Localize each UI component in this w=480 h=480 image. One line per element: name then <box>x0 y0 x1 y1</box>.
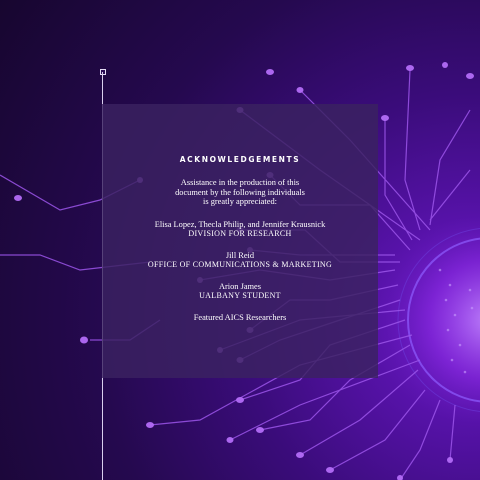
credit-block: Elisa Lopez, Thecla Philip, and Jennifer… <box>102 220 378 239</box>
credit-organization: OFFICE OF COMMUNICATIONS & MARKETING <box>147 260 333 269</box>
acknowledgements-page: ACKNOWLEDGEMENTS Assistance in the produ… <box>0 0 480 480</box>
acknowledgements-content: ACKNOWLEDGEMENTS Assistance in the produ… <box>102 104 378 322</box>
credit-names: Jill Reid <box>225 250 255 260</box>
credit-names: Arion James <box>218 281 262 291</box>
timeline-node <box>100 69 106 75</box>
credit-block: Jill Reid OFFICE OF COMMUNICATIONS & MAR… <box>102 251 378 270</box>
credit-names: Elisa Lopez, Thecla Philip, and Jennifer… <box>154 219 326 229</box>
page-title: ACKNOWLEDGEMENTS <box>179 155 301 164</box>
intro-paragraph: Assistance in the production of this doc… <box>102 178 378 207</box>
credit-block: Arion James UALBANY STUDENT <box>102 282 378 301</box>
intro-line: document by the following individuals <box>175 187 305 197</box>
featured-text: Featured AICS Researchers <box>193 312 287 322</box>
credit-organization: UALBANY STUDENT <box>199 291 281 300</box>
credit-organization: DIVISION FOR RESEARCH <box>188 229 292 238</box>
intro-line: Assistance in the production of this <box>180 178 300 187</box>
featured-researchers-note: Featured AICS Researchers <box>102 313 378 323</box>
intro-line: is greatly appreciated: <box>203 197 277 206</box>
